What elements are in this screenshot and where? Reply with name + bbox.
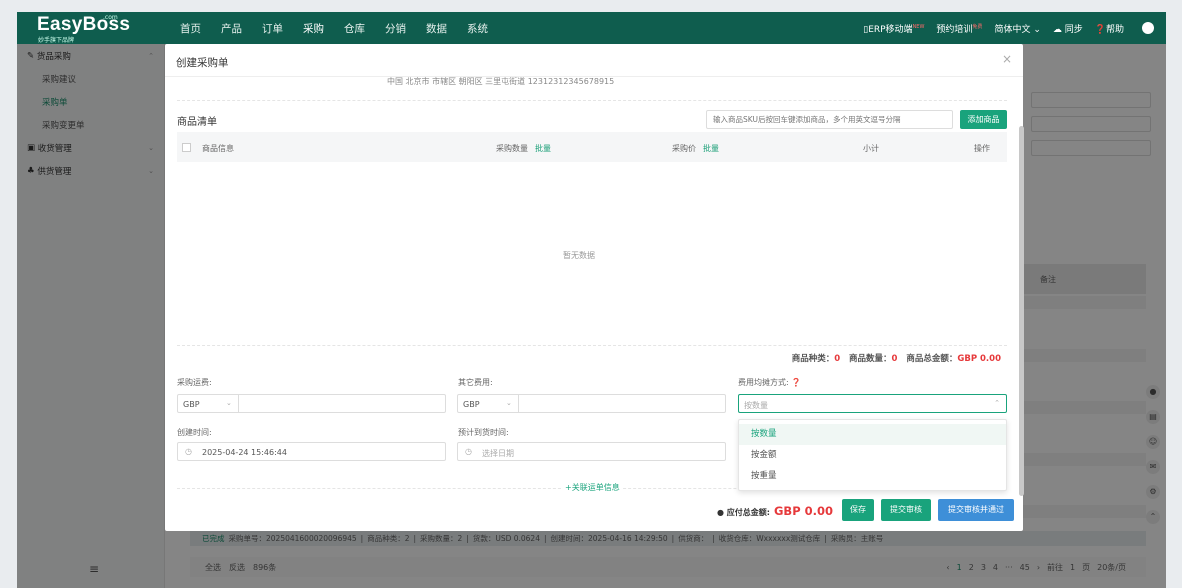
mobile-link[interactable]: ▯ERP移动端NEW xyxy=(863,22,924,35)
user-avatar-icon[interactable] xyxy=(1142,22,1154,34)
sync-button[interactable]: ☁ 同步 xyxy=(1053,22,1083,35)
chevron-down-icon: ⌄ xyxy=(226,399,232,407)
divider xyxy=(177,100,1007,101)
alloc-dropdown: 按数量 按金额 按重量 xyxy=(738,419,1007,491)
chevron-down-icon: ⌄ xyxy=(1033,24,1041,35)
nav-right: ▯ERP移动端NEW 预约培训免费 简体中文 ⌄ ☁ 同步 ❓帮助 xyxy=(863,22,1166,35)
batch-qty-link[interactable]: 批量 xyxy=(535,143,551,154)
eta-date-input[interactable]: ◷ 选择日期 xyxy=(457,442,726,461)
divider xyxy=(177,345,1007,346)
question-icon: ❓ xyxy=(1094,24,1106,35)
dialog-scrollbar[interactable] xyxy=(1019,126,1024,496)
freight-currency-select[interactable]: GBP xyxy=(183,400,200,409)
eta-label: 预计到货时间: xyxy=(458,428,509,437)
question-icon: ❓ xyxy=(791,378,802,387)
other-fee-input[interactable]: GBP ⌄ xyxy=(457,394,726,413)
main-menu: 首页 产品 订单 采购 仓库 分销 数据 系统 xyxy=(170,21,498,36)
empty-text: 暂无数据 xyxy=(563,251,595,260)
language-select[interactable]: 简体中文 ⌄ xyxy=(994,22,1040,35)
option-by-quantity[interactable]: 按数量 xyxy=(739,424,1006,445)
training-link[interactable]: 预约培训免费 xyxy=(936,22,982,35)
batch-price-link[interactable]: 批量 xyxy=(703,143,719,154)
other-currency-select[interactable]: GBP xyxy=(463,400,480,409)
freight-label: 采购运费: xyxy=(177,378,212,387)
link-shipment-button[interactable]: +关联运单信息 xyxy=(563,482,622,493)
menu-data[interactable]: 数据 xyxy=(416,21,457,36)
option-by-weight[interactable]: 按重量 xyxy=(739,466,1006,487)
chevron-up-icon: ⌃ xyxy=(994,399,1000,407)
menu-product[interactable]: 产品 xyxy=(211,21,252,36)
payable-total: ● 应付总金额: GBP 0.00 xyxy=(717,504,833,518)
menu-home[interactable]: 首页 xyxy=(170,21,211,36)
info-icon: ● xyxy=(717,508,724,517)
freight-input[interactable]: GBP ⌄ xyxy=(177,394,446,413)
product-summary: 商品种类：0 商品数量：0 商品总金额：GBP 0.00 xyxy=(791,354,1001,364)
help-button[interactable]: ❓帮助 xyxy=(1095,22,1124,35)
close-icon[interactable]: × xyxy=(1002,52,1012,66)
menu-order[interactable]: 订单 xyxy=(252,21,293,36)
section-title: 商品清单 xyxy=(177,117,217,128)
alloc-select[interactable]: 按数量 ⌃ xyxy=(738,394,1007,413)
menu-distribution[interactable]: 分销 xyxy=(375,21,416,36)
created-date-input[interactable]: ◷ 2025-04-24 15:46:44 xyxy=(177,442,446,461)
save-button[interactable]: 保存 xyxy=(842,499,874,521)
option-by-amount[interactable]: 按金额 xyxy=(739,445,1006,466)
other-fee-label: 其它费用: xyxy=(458,378,493,387)
menu-purchase[interactable]: 采购 xyxy=(293,21,334,36)
submit-approve-button[interactable]: 提交审核并通过 xyxy=(938,499,1014,521)
sku-input[interactable] xyxy=(706,110,953,129)
select-all-checkbox[interactable] xyxy=(182,143,191,152)
menu-warehouse[interactable]: 仓库 xyxy=(334,21,375,36)
delivery-address: 中国 北京市 市辖区 朝阳区 三里屯街道 12312312345678915 xyxy=(387,77,615,86)
top-nav: EasyBoss .com 妙手旗下品牌 首页 产品 订单 采购 仓库 分销 数… xyxy=(17,12,1166,44)
menu-system[interactable]: 系统 xyxy=(457,21,498,36)
clock-icon: ◷ xyxy=(465,447,472,456)
dialog-header: 创建采购单 × xyxy=(165,44,1023,77)
dialog-title: 创建采购单 xyxy=(176,57,229,69)
add-product-button[interactable]: 添加商品 xyxy=(960,110,1007,129)
submit-review-button[interactable]: 提交审核 xyxy=(881,499,931,521)
chevron-down-icon: ⌄ xyxy=(506,399,512,407)
cloud-icon: ☁ xyxy=(1052,24,1062,35)
created-label: 创建时间: xyxy=(177,428,212,437)
product-table-header: 商品信息 采购数量 批量 采购价 批量 小计 操作 xyxy=(177,132,1007,162)
logo[interactable]: EasyBoss .com 妙手旗下品牌 xyxy=(17,12,157,44)
clock-icon: ◷ xyxy=(185,447,192,456)
alloc-label: 费用均摊方式: ❓ xyxy=(738,378,802,387)
